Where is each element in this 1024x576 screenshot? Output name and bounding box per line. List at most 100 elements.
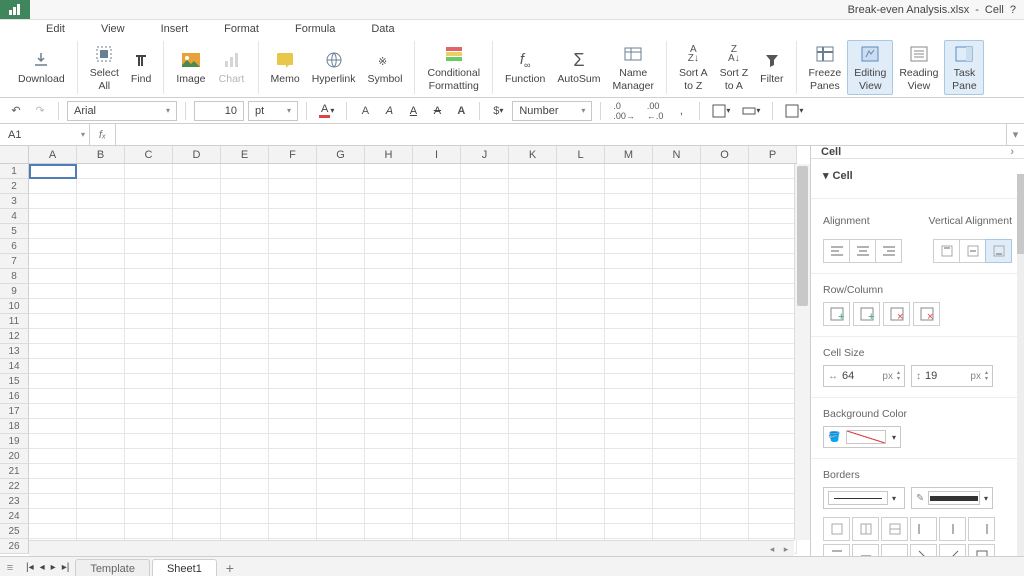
cell[interactable]	[509, 314, 557, 329]
cell[interactable]	[77, 434, 125, 449]
cell[interactable]	[461, 404, 509, 419]
row-header[interactable]: 19	[0, 434, 29, 449]
font-style-1[interactable]: A	[355, 101, 375, 121]
cell[interactable]	[557, 374, 605, 389]
row-header[interactable]: 23	[0, 494, 29, 509]
cell[interactable]	[173, 419, 221, 434]
align-right-button[interactable]	[875, 239, 902, 263]
cell[interactable]	[605, 359, 653, 374]
cell[interactable]	[413, 164, 461, 179]
cell[interactable]	[653, 239, 701, 254]
cell[interactable]	[701, 209, 749, 224]
cell[interactable]	[269, 329, 317, 344]
cell[interactable]	[557, 404, 605, 419]
cell[interactable]	[557, 389, 605, 404]
cell[interactable]	[221, 494, 269, 509]
cell[interactable]	[173, 269, 221, 284]
cell[interactable]	[221, 314, 269, 329]
cell[interactable]	[365, 194, 413, 209]
cell[interactable]	[173, 299, 221, 314]
formula-input[interactable]	[116, 124, 1006, 145]
name-box[interactable]: A1▾	[0, 124, 90, 145]
cell[interactable]	[125, 404, 173, 419]
cell[interactable]	[173, 179, 221, 194]
cell[interactable]	[701, 419, 749, 434]
menu-view[interactable]: View	[83, 21, 143, 37]
find-button[interactable]: Find	[125, 47, 157, 87]
cell[interactable]	[461, 329, 509, 344]
cell[interactable]	[413, 374, 461, 389]
row-header[interactable]: 15	[0, 374, 29, 389]
border-preset-5[interactable]	[939, 517, 966, 541]
cell[interactable]	[749, 434, 797, 449]
cell[interactable]	[509, 359, 557, 374]
valign-top-button[interactable]	[933, 239, 960, 263]
cell[interactable]	[317, 224, 365, 239]
cell[interactable]	[461, 494, 509, 509]
menu-formula[interactable]: Formula	[277, 21, 353, 37]
cell[interactable]	[365, 344, 413, 359]
cell[interactable]	[269, 464, 317, 479]
cell[interactable]	[173, 164, 221, 179]
menu-edit[interactable]: Edit	[28, 21, 83, 37]
cell[interactable]	[269, 284, 317, 299]
cell[interactable]	[605, 509, 653, 524]
cell[interactable]	[29, 389, 77, 404]
cell[interactable]	[413, 434, 461, 449]
cell[interactable]	[317, 209, 365, 224]
cell[interactable]	[221, 224, 269, 239]
row-header[interactable]: 16	[0, 389, 29, 404]
cell[interactable]	[125, 494, 173, 509]
delete-row-button[interactable]: ×	[883, 302, 910, 326]
cell[interactable]	[605, 524, 653, 539]
cell[interactable]	[269, 209, 317, 224]
cell[interactable]	[221, 344, 269, 359]
cell[interactable]	[269, 479, 317, 494]
cell[interactable]	[509, 329, 557, 344]
cell[interactable]	[173, 194, 221, 209]
cell[interactable]	[557, 254, 605, 269]
cell[interactable]	[701, 344, 749, 359]
cell[interactable]	[269, 509, 317, 524]
cell[interactable]	[317, 389, 365, 404]
dec-decimal-button[interactable]: .00←.0	[643, 101, 668, 121]
cell[interactable]	[29, 269, 77, 284]
border-style-select[interactable]: ▾	[823, 487, 905, 509]
cell[interactable]	[173, 524, 221, 539]
cell[interactable]	[701, 164, 749, 179]
cell[interactable]	[77, 224, 125, 239]
row-header[interactable]: 20	[0, 449, 29, 464]
cell[interactable]	[413, 419, 461, 434]
cell[interactable]	[173, 479, 221, 494]
cell[interactable]	[125, 194, 173, 209]
cell[interactable]	[365, 299, 413, 314]
freeze-panes-button[interactable]: Freeze Panes	[803, 41, 848, 93]
cell[interactable]	[221, 449, 269, 464]
cell[interactable]	[653, 314, 701, 329]
row-header[interactable]: 21	[0, 464, 29, 479]
cell[interactable]	[221, 434, 269, 449]
row-header[interactable]: 8	[0, 269, 29, 284]
cell[interactable]	[605, 239, 653, 254]
row-header[interactable]: 25	[0, 524, 29, 539]
cell[interactable]	[653, 224, 701, 239]
merge-button[interactable]: ▾	[738, 101, 764, 121]
cell[interactable]	[653, 359, 701, 374]
cell[interactable]	[509, 464, 557, 479]
col-header[interactable]: O	[701, 146, 749, 164]
cell[interactable]	[557, 419, 605, 434]
cell[interactable]	[701, 449, 749, 464]
cell[interactable]	[461, 224, 509, 239]
cell[interactable]	[605, 179, 653, 194]
cell[interactable]	[365, 239, 413, 254]
add-sheet-button[interactable]: +	[219, 557, 241, 576]
cell[interactable]	[221, 164, 269, 179]
undo-button[interactable]: ↶	[6, 101, 26, 121]
cell[interactable]	[77, 209, 125, 224]
cell[interactable]	[509, 194, 557, 209]
cell[interactable]	[125, 179, 173, 194]
cell[interactable]	[461, 449, 509, 464]
cell[interactable]	[605, 269, 653, 284]
row-header[interactable]: 10	[0, 299, 29, 314]
cell[interactable]	[749, 239, 797, 254]
